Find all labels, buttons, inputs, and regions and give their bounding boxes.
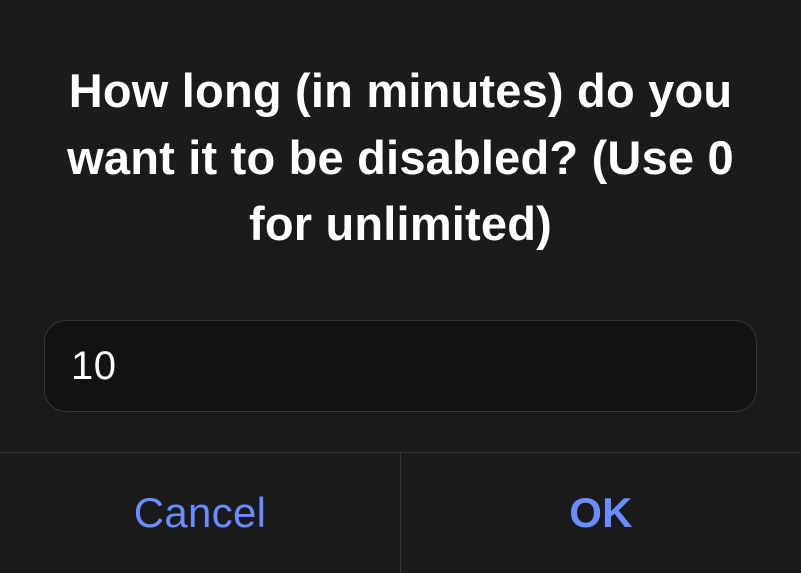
duration-input[interactable] <box>44 320 757 412</box>
dialog-button-row: Cancel OK <box>0 452 801 573</box>
dialog-body: How long (in minutes) do you want it to … <box>0 0 801 452</box>
ok-button[interactable]: OK <box>401 453 801 573</box>
dialog-title: How long (in minutes) do you want it to … <box>40 58 761 258</box>
cancel-button[interactable]: Cancel <box>0 453 401 573</box>
input-container <box>40 320 761 412</box>
prompt-dialog: How long (in minutes) do you want it to … <box>0 0 801 573</box>
